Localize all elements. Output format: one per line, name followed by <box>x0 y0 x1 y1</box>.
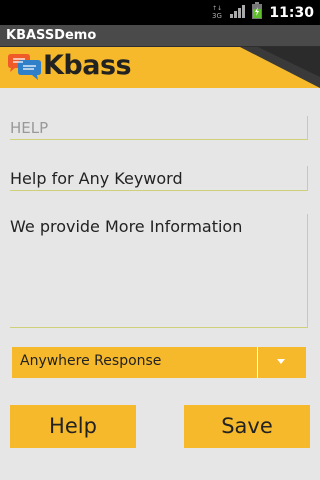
response-select-value: Anywhere Response <box>20 353 162 369</box>
keyword-field[interactable]: Help for Any Keyword <box>10 166 308 191</box>
help-button[interactable]: Help <box>10 405 136 448</box>
status-clock: 11:30 <box>269 4 314 21</box>
info-field[interactable]: We provide More Information <box>10 214 308 328</box>
logo-text: Kbass <box>43 50 132 81</box>
app-title: KBASSDemo <box>6 28 97 43</box>
network-3g-icon: ↑↓ 3G <box>211 3 223 23</box>
help-field[interactable]: HELP <box>10 116 308 140</box>
response-select[interactable]: Anywhere Response <box>12 347 306 378</box>
response-select-divider <box>257 347 258 378</box>
info-field-corner <box>307 313 308 328</box>
battery-icon <box>251 2 263 23</box>
svg-text:3G: 3G <box>212 12 222 19</box>
info-field-underline <box>10 327 308 328</box>
help-field-corner <box>307 127 308 140</box>
status-icons: ↑↓ 3G 11:30 <box>211 0 320 25</box>
save-button[interactable]: Save <box>184 405 310 448</box>
help-field-underline <box>10 139 308 140</box>
svg-text:↑↓: ↑↓ <box>212 5 222 12</box>
title-bar: KBASSDemo <box>0 25 320 47</box>
status-bar: ↑↓ 3G 11:30 <box>0 0 320 25</box>
chevron-down-icon[interactable] <box>277 359 285 364</box>
info-field-value: We provide More Information <box>10 217 243 236</box>
app-header: Kbass <box>0 47 320 88</box>
signal-icon <box>229 3 246 23</box>
keyword-field-underline <box>10 190 308 191</box>
help-field-value: HELP <box>10 119 49 137</box>
keyword-field-value: Help for Any Keyword <box>10 169 183 188</box>
header-corner-decoration <box>240 47 320 88</box>
chat-bubbles-icon <box>5 53 43 83</box>
